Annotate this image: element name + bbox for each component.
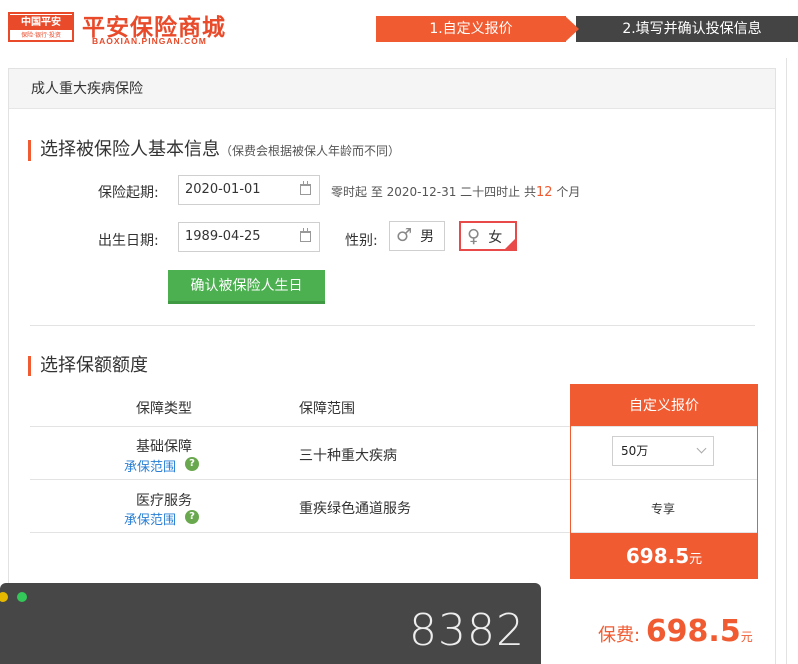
step-arrow-icon	[565, 16, 579, 42]
row-divider	[30, 479, 570, 480]
chevron-down-icon	[696, 443, 707, 454]
coverage-scope-link[interactable]: 承保范围	[124, 509, 176, 528]
row-divider	[571, 479, 757, 480]
selected-check-icon	[503, 237, 517, 251]
row-scope-medical: 重疾绿色通道服务	[299, 501, 411, 517]
premium-amount: 698.5	[645, 614, 741, 649]
coverage-scope-link[interactable]: 承保范围	[124, 456, 176, 475]
quote-price-value: 698.5	[625, 544, 690, 568]
row-divider	[571, 426, 757, 427]
start-date-value: 2020-01-01	[185, 182, 261, 197]
coverage-amount-value: 50万	[621, 444, 649, 458]
row-divider	[30, 426, 570, 427]
gender-male-label: 男	[420, 229, 435, 245]
premium-unit: 元	[740, 630, 753, 644]
coverage-amount-select[interactable]: 50万	[612, 436, 714, 466]
row-value-medical: 专享	[651, 502, 676, 516]
period-text: 零时起 至 2020-12-31 二十四时止 共	[331, 185, 536, 199]
minimize-dot-icon[interactable]	[0, 592, 8, 602]
section-divider	[30, 325, 755, 326]
help-icon[interactable]: ?	[185, 510, 199, 524]
gender-female-button[interactable]: ♀ 女	[459, 221, 517, 251]
gender-female-label: 女	[488, 230, 503, 246]
sidebar-edge	[786, 58, 798, 664]
basic-info-title: 选择被保险人基本信息（保费会根据被保人年龄而不同）	[28, 140, 400, 161]
counter-widget: 8382	[0, 583, 541, 664]
birth-date-label: 出生日期:	[98, 233, 159, 249]
counter-value: 8382	[409, 605, 525, 656]
calendar-icon[interactable]	[300, 228, 311, 242]
female-icon: ♀	[467, 226, 481, 247]
maximize-dot-icon[interactable]	[17, 592, 27, 602]
premium-label: 保费:	[598, 625, 641, 646]
col-header-scope: 保障范围	[299, 401, 355, 417]
coverage-period: 零时起 至 2020-12-31 二十四时止 共12 个月	[331, 183, 580, 200]
coverage-title: 选择保额额度	[28, 356, 148, 376]
period-unit: 个月	[552, 185, 581, 199]
period-months: 12	[536, 185, 553, 200]
quote-price: 698.5元	[571, 533, 757, 579]
row-divider	[571, 532, 757, 533]
col-header-custom: 自定义报价	[571, 385, 757, 427]
site-header: 中国平安 保险·银行·投资 平安保险商城 BAOXIAN.PINGAN.COM …	[0, 0, 798, 58]
brand-url: BAOXIAN.PINGAN.COM	[92, 36, 207, 46]
basic-info-note: （保费会根据被保人年龄而不同）	[220, 144, 401, 158]
start-date-input[interactable]: 2020-01-01	[178, 175, 320, 205]
quote-price-unit: 元	[689, 552, 703, 567]
help-icon[interactable]: ?	[185, 457, 199, 471]
pingan-logo[interactable]: 中国平安 保险·银行·投资	[8, 12, 74, 42]
birth-date-value: 1989-04-25	[185, 229, 261, 244]
logo-tagline: 保险·银行·投资	[21, 32, 61, 39]
row-scope-basic: 三十种重大疾病	[299, 448, 397, 464]
gender-male-button[interactable]: ♂ 男	[389, 221, 445, 251]
calendar-icon[interactable]	[300, 181, 311, 195]
start-date-label: 保险起期:	[98, 185, 159, 201]
row-divider	[30, 532, 570, 533]
premium-total: 保费: 698.5元	[598, 614, 753, 649]
birth-date-input[interactable]: 1989-04-25	[178, 222, 320, 252]
step-custom-quote: 1.自定义报价	[376, 16, 566, 42]
gender-label: 性别:	[345, 233, 378, 249]
custom-quote-column: 自定义报价 698.5元	[570, 384, 758, 579]
product-title: 成人重大疾病保险	[9, 69, 775, 109]
logo-badge: 中国平安	[10, 15, 72, 30]
basic-info-title-text: 选择被保险人基本信息	[40, 139, 220, 160]
row-type-medical: 医疗服务	[136, 493, 192, 509]
row-type-basic: 基础保障	[136, 439, 192, 455]
col-header-type: 保障类型	[136, 401, 192, 417]
step-fill-info: 2.填写并确认投保信息	[576, 16, 798, 42]
confirm-birthday-button[interactable]: 确认被保险人生日	[168, 270, 325, 304]
male-icon: ♂	[396, 225, 413, 246]
